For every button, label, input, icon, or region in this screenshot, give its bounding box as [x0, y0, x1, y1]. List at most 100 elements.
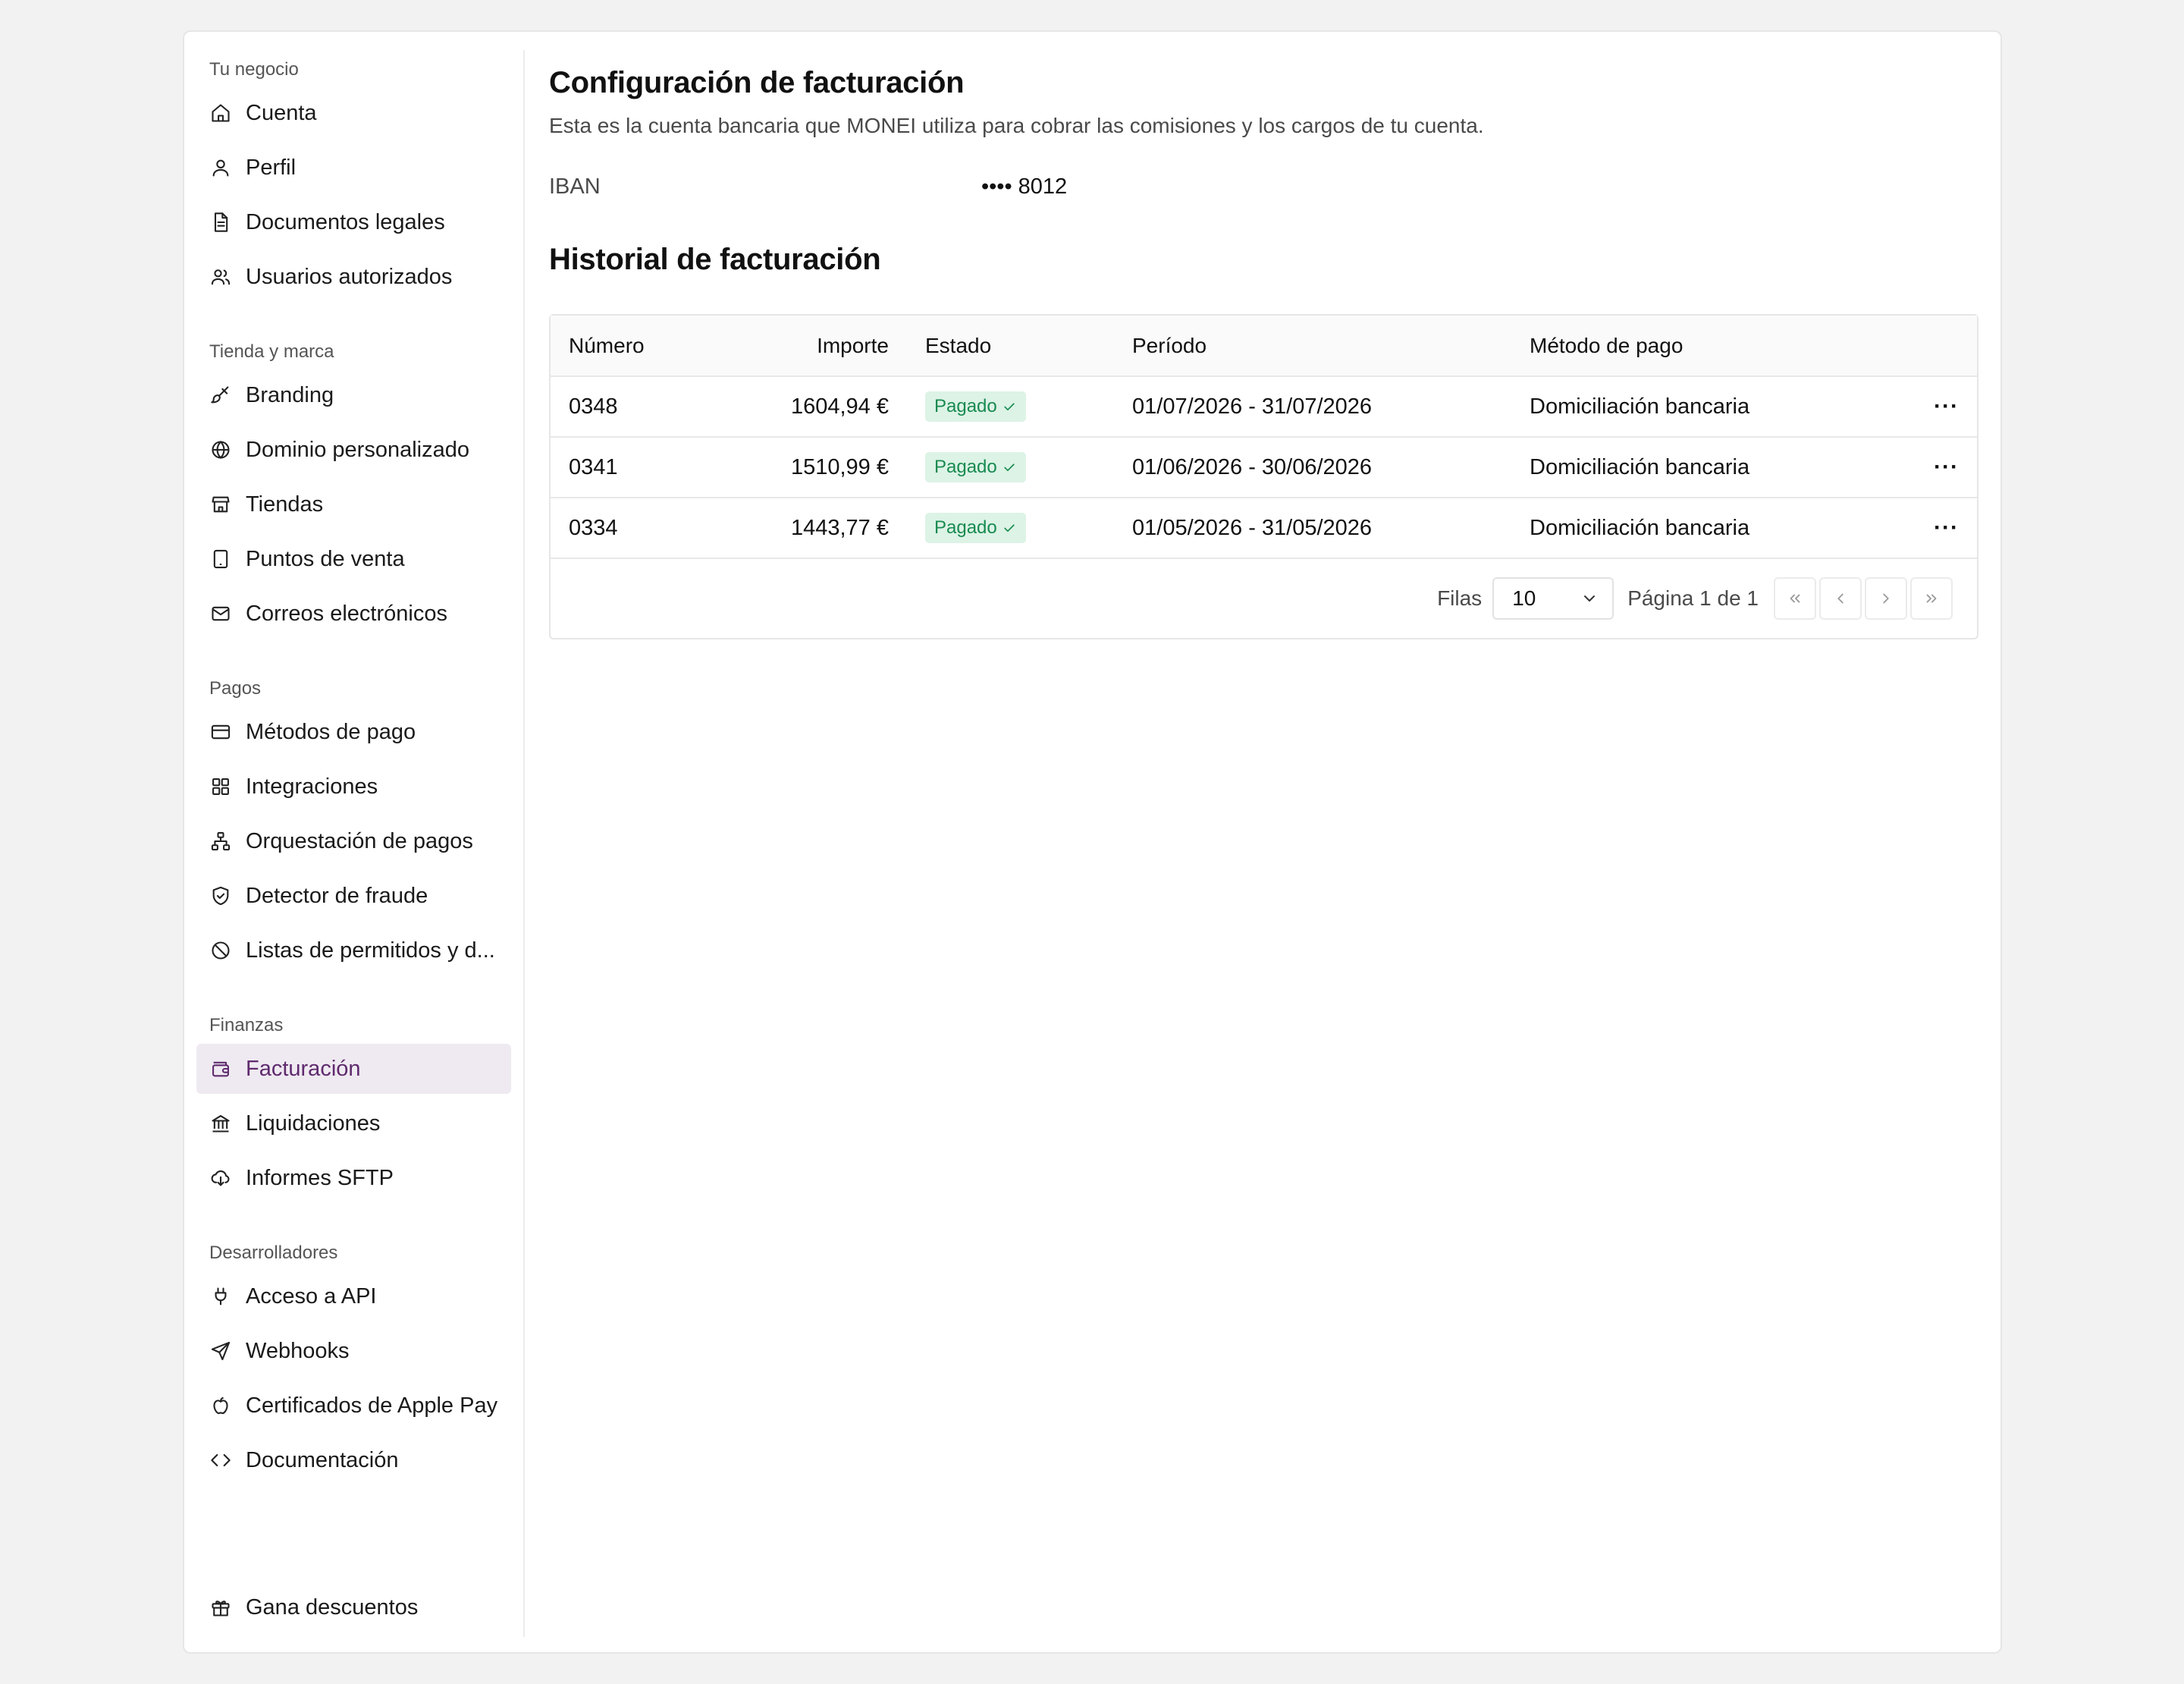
cell-amount: 1604,94 € — [702, 376, 907, 438]
rows-per-page-label: Filas — [1437, 586, 1483, 610]
sidebar-item-liquidaciones[interactable]: Liquidaciones — [196, 1098, 511, 1148]
cell-amount: 1443,77 € — [702, 498, 907, 559]
first-page-button[interactable] — [1774, 577, 1816, 620]
sidebar-item-label: Usuarios autorizados — [246, 264, 453, 289]
sidebar-item-label: Dominio personalizado — [246, 437, 469, 462]
check-icon — [1004, 524, 1015, 532]
sidebar-item-label: Gana descuentos — [246, 1594, 419, 1620]
status-badge-label: Pagado — [934, 457, 997, 477]
table-header-row: Número Importe Estado Período Método de … — [551, 316, 1977, 377]
sidebar-section-tienda-y-marca: Tienda y marca Branding Dominio personal… — [184, 337, 523, 639]
sidebar-item-orquestacion-de-pagos[interactable]: Orquestación de pagos — [196, 816, 511, 866]
rows-per-page-select[interactable]: 10 — [1492, 577, 1614, 620]
sidebar-section-finanzas: Finanzas Facturación Liquidaciones Infor… — [184, 1010, 523, 1203]
gift-icon — [209, 1596, 232, 1619]
sidebar-item-correos-electronicos[interactable]: Correos electrónicos — [196, 589, 511, 639]
sidebar-section-title: Desarrolladores — [209, 1243, 338, 1263]
chevrons-right-icon — [1926, 594, 1937, 603]
sidebar-item-perfil[interactable]: Perfil — [196, 143, 511, 193]
chevron-right-icon — [1883, 593, 1889, 604]
column-header-method[interactable]: Método de pago — [1511, 316, 1916, 377]
sidebar-item-facturacion[interactable]: Facturación — [196, 1044, 511, 1094]
sidebar-item-listas-de-permitidos[interactable]: Listas de permitidos y d... — [196, 925, 511, 976]
sidebar-section-title: Finanzas — [209, 1015, 284, 1035]
sidebar-item-label: Perfil — [246, 155, 297, 180]
sidebar-item-puntos-de-venta[interactable]: Puntos de venta — [196, 534, 511, 584]
users-icon — [209, 265, 232, 288]
sidebar-item-documentacion[interactable]: Documentación — [196, 1435, 511, 1485]
column-header-amount[interactable]: Importe — [702, 316, 907, 377]
more-horizontal-icon: ··· — [1934, 394, 1959, 419]
column-header-period[interactable]: Período — [1114, 316, 1511, 377]
more-horizontal-icon: ··· — [1934, 454, 1959, 479]
check-icon — [1004, 463, 1015, 471]
store-icon — [209, 493, 232, 516]
sidebar-item-label: Cuenta — [246, 100, 317, 125]
mail-icon — [209, 602, 232, 625]
billing-config-description: Esta es la cuenta bancaria que MONEI uti… — [549, 114, 1484, 137]
network-icon — [209, 830, 232, 853]
cell-status: Pagado — [907, 437, 1114, 498]
status-badge: Pagado — [925, 391, 1026, 422]
cloud-download-icon — [209, 1167, 232, 1189]
bank-icon — [209, 1112, 232, 1135]
sidebar-item-usuarios-autorizados[interactable]: Usuarios autorizados — [196, 252, 511, 302]
apple-icon — [209, 1394, 232, 1417]
sidebar-item-gana-descuentos[interactable]: Gana descuentos — [196, 1582, 511, 1632]
sidebar-item-tiendas[interactable]: Tiendas — [196, 479, 511, 529]
shield-check-icon — [209, 884, 232, 907]
row-actions-button[interactable]: ··· — [1916, 376, 1977, 438]
sidebar-item-webhooks[interactable]: Webhooks — [196, 1326, 511, 1376]
pagination-bar: Filas 10 Página 1 de 1 — [551, 559, 1977, 638]
home-icon — [209, 102, 232, 124]
sidebar-item-dominio-personalizado[interactable]: Dominio personalizado — [196, 425, 511, 475]
cell-period: 01/05/2026 - 31/05/2026 — [1114, 498, 1511, 559]
cell-status: Pagado — [907, 376, 1114, 438]
iban-label: IBAN — [549, 174, 601, 199]
previous-page-button[interactable] — [1819, 577, 1862, 620]
cell-method: Domiciliación bancaria — [1511, 376, 1916, 438]
sidebar-item-documentos-legales[interactable]: Documentos legales — [196, 197, 511, 247]
sidebar-item-acceso-a-api[interactable]: Acceso a API — [196, 1271, 511, 1321]
last-page-button[interactable] — [1910, 577, 1953, 620]
code-icon — [209, 1449, 232, 1472]
sidebar-item-informes-sftp[interactable]: Informes SFTP — [196, 1153, 511, 1203]
sidebar-item-label: Correos electrónicos — [246, 601, 447, 626]
sidebar-item-label: Listas de permitidos y d... — [246, 938, 495, 963]
plug-icon — [209, 1285, 232, 1308]
credit-card-icon — [209, 721, 232, 743]
cell-method: Domiciliación bancaria — [1511, 498, 1916, 559]
ban-icon — [209, 939, 232, 962]
status-badge: Pagado — [925, 513, 1026, 543]
sidebar-item-label: Tiendas — [246, 492, 324, 517]
table-row[interactable]: 0334 1443,77 € Pagado 01/05/2026 - 31/05… — [551, 498, 1977, 559]
sidebar-item-detector-de-fraude[interactable]: Detector de fraude — [196, 871, 511, 921]
column-header-status[interactable]: Estado — [907, 316, 1114, 377]
user-icon — [209, 156, 232, 179]
sidebar-item-label: Informes SFTP — [246, 1165, 394, 1190]
sidebar-section-title: Pagos — [209, 678, 262, 699]
grid-icon — [209, 775, 232, 798]
table-row[interactable]: 0348 1604,94 € Pagado 01/07/2026 - 31/07… — [551, 376, 1977, 438]
sidebar-item-metodos-de-pago[interactable]: Métodos de pago — [196, 707, 511, 757]
column-header-number[interactable]: Número — [551, 316, 702, 377]
sidebar-section-desarrolladores: Desarrolladores Acceso a API Webhooks Ce… — [184, 1238, 523, 1485]
table-row[interactable]: 0341 1510,99 € Pagado 01/06/2026 - 30/06… — [551, 437, 1977, 498]
sidebar-item-integraciones[interactable]: Integraciones — [196, 762, 511, 812]
brush-icon — [209, 384, 232, 407]
sidebar-item-branding[interactable]: Branding — [196, 370, 511, 420]
sidebar-item-label: Puntos de venta — [246, 546, 405, 571]
row-actions-button[interactable]: ··· — [1916, 437, 1977, 498]
cell-number: 0348 — [551, 376, 702, 438]
sidebar-item-certificados-apple-pay[interactable]: Certificados de Apple Pay — [196, 1381, 511, 1431]
sidebar-item-cuenta[interactable]: Cuenta — [196, 88, 511, 138]
next-page-button[interactable] — [1865, 577, 1907, 620]
billing-history-title: Historial de facturación — [549, 243, 881, 276]
sidebar-item-label: Certificados de Apple Pay — [246, 1393, 498, 1418]
page-info: Página 1 de 1 — [1627, 586, 1759, 610]
wallet-icon — [209, 1057, 232, 1080]
cell-period: 01/07/2026 - 31/07/2026 — [1114, 376, 1511, 438]
row-actions-button[interactable]: ··· — [1916, 498, 1977, 559]
sidebar-item-label: Orquestación de pagos — [246, 828, 473, 853]
cell-number: 0341 — [551, 437, 702, 498]
